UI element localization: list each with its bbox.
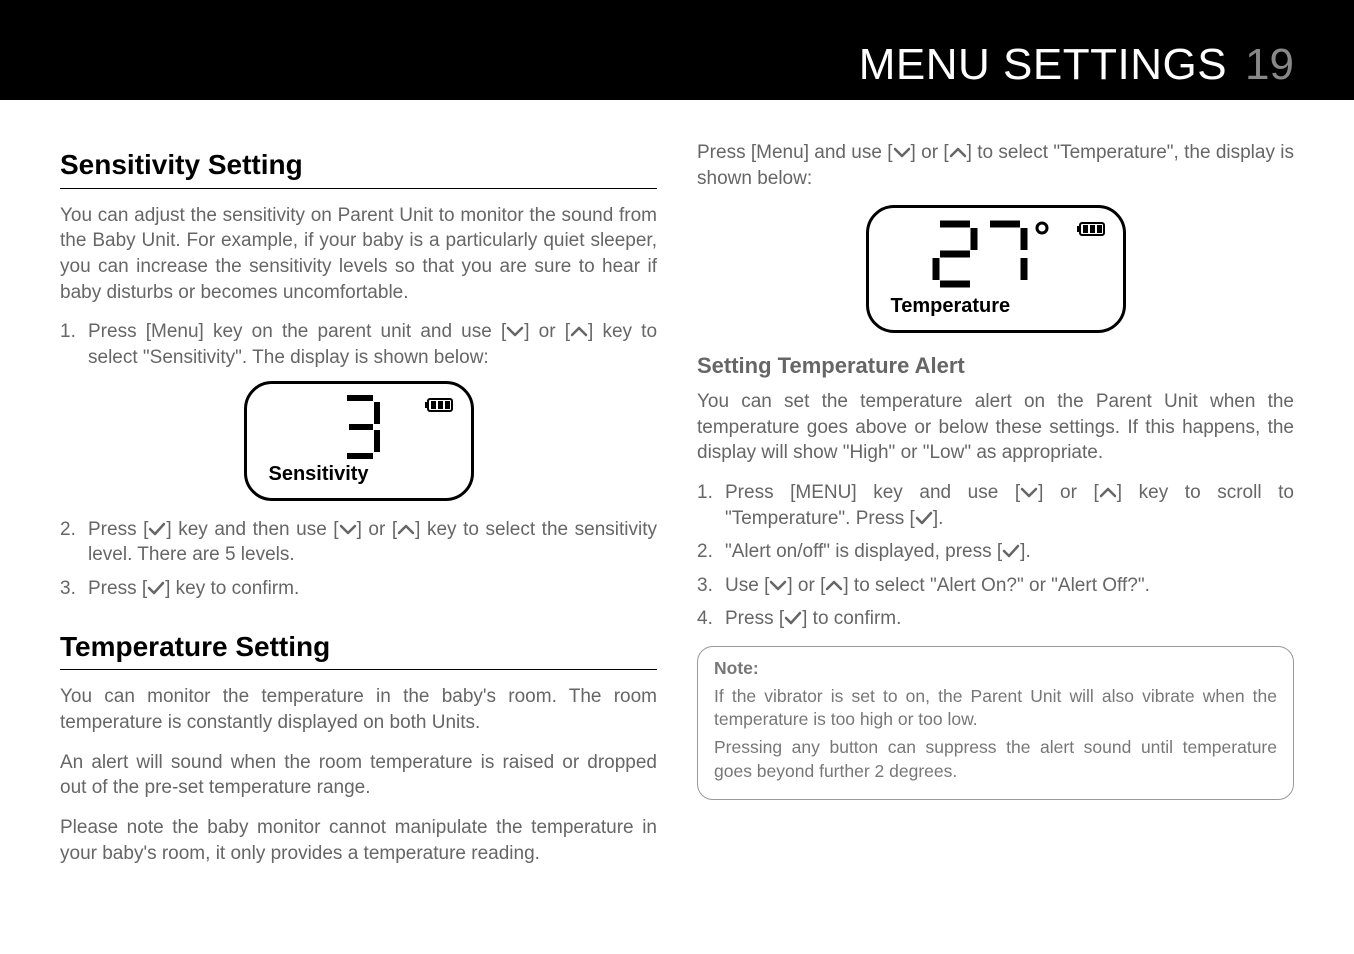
seven-seg-27 — [926, 216, 1066, 292]
chevron-up-icon — [1099, 481, 1117, 495]
alert-step-1: Press [MENU] key and use [] or [] key to… — [697, 480, 1294, 531]
chevron-up-icon — [949, 141, 967, 155]
alert-step-3: Use [] or [] to select "Alert On?" or "A… — [697, 573, 1294, 599]
temp-p2: An alert will sound when the room temper… — [60, 750, 657, 801]
header-title: MENU SETTINGS — [859, 40, 1227, 90]
note-p1: If the vibrator is set to on, the Parent… — [714, 685, 1277, 732]
alert-intro: You can set the temperature alert on the… — [697, 389, 1294, 466]
seven-seg-3 — [329, 392, 389, 462]
right-column: Press [Menu] and use [] or [] to select … — [697, 140, 1294, 880]
sens-step-1: Press [Menu] key on the parent unit and … — [60, 319, 657, 370]
battery-icon — [1077, 218, 1107, 244]
note-title: Note: — [714, 657, 1277, 681]
temp-intro: Press [Menu] and use [] or [] to select … — [697, 140, 1294, 191]
header-bar: MENU SETTINGS 19 — [0, 0, 1354, 100]
check-icon — [784, 607, 802, 621]
check-icon — [148, 518, 166, 532]
sensitivity-intro: You can adjust the sensitivity on Parent… — [60, 203, 657, 306]
check-icon — [147, 577, 165, 591]
lcd-sens-label: Sensitivity — [269, 461, 369, 488]
chevron-down-icon — [506, 320, 524, 334]
sens-step-3: Press [] key to confirm. — [60, 576, 657, 602]
check-icon — [915, 507, 933, 521]
temp-p1: You can monitor the temperature in the b… — [60, 684, 657, 735]
sens-step-2: Press [] key and then use [] or [] key t… — [60, 517, 657, 568]
heading-temperature: Temperature Setting — [60, 628, 657, 671]
check-icon — [1002, 540, 1020, 554]
chevron-up-icon — [397, 518, 415, 532]
temp-p3: Please note the baby monitor cannot mani… — [60, 815, 657, 866]
lcd-sensitivity: Sensitivity — [244, 381, 474, 501]
left-column: Sensitivity Setting You can adjust the s… — [60, 140, 657, 880]
note-p2: Pressing any button can suppress the ale… — [714, 736, 1277, 783]
chevron-up-icon — [825, 574, 843, 588]
page-number: 19 — [1245, 40, 1294, 90]
chevron-down-icon — [893, 141, 911, 155]
lcd-temperature: Temperature — [866, 205, 1126, 333]
alert-step-2: "Alert on/off" is displayed, press []. — [697, 539, 1294, 565]
chevron-down-icon — [769, 574, 787, 588]
heading-temp-alert: Setting Temperature Alert — [697, 351, 1294, 381]
chevron-down-icon — [339, 518, 357, 532]
note-box: Note: If the vibrator is set to on, the … — [697, 646, 1294, 800]
battery-icon — [425, 394, 455, 420]
lcd-temp-label: Temperature — [891, 293, 1011, 320]
alert-step-4: Press [] to confirm. — [697, 606, 1294, 632]
chevron-down-icon — [1020, 481, 1038, 495]
chevron-up-icon — [570, 320, 588, 334]
heading-sensitivity: Sensitivity Setting — [60, 146, 657, 189]
